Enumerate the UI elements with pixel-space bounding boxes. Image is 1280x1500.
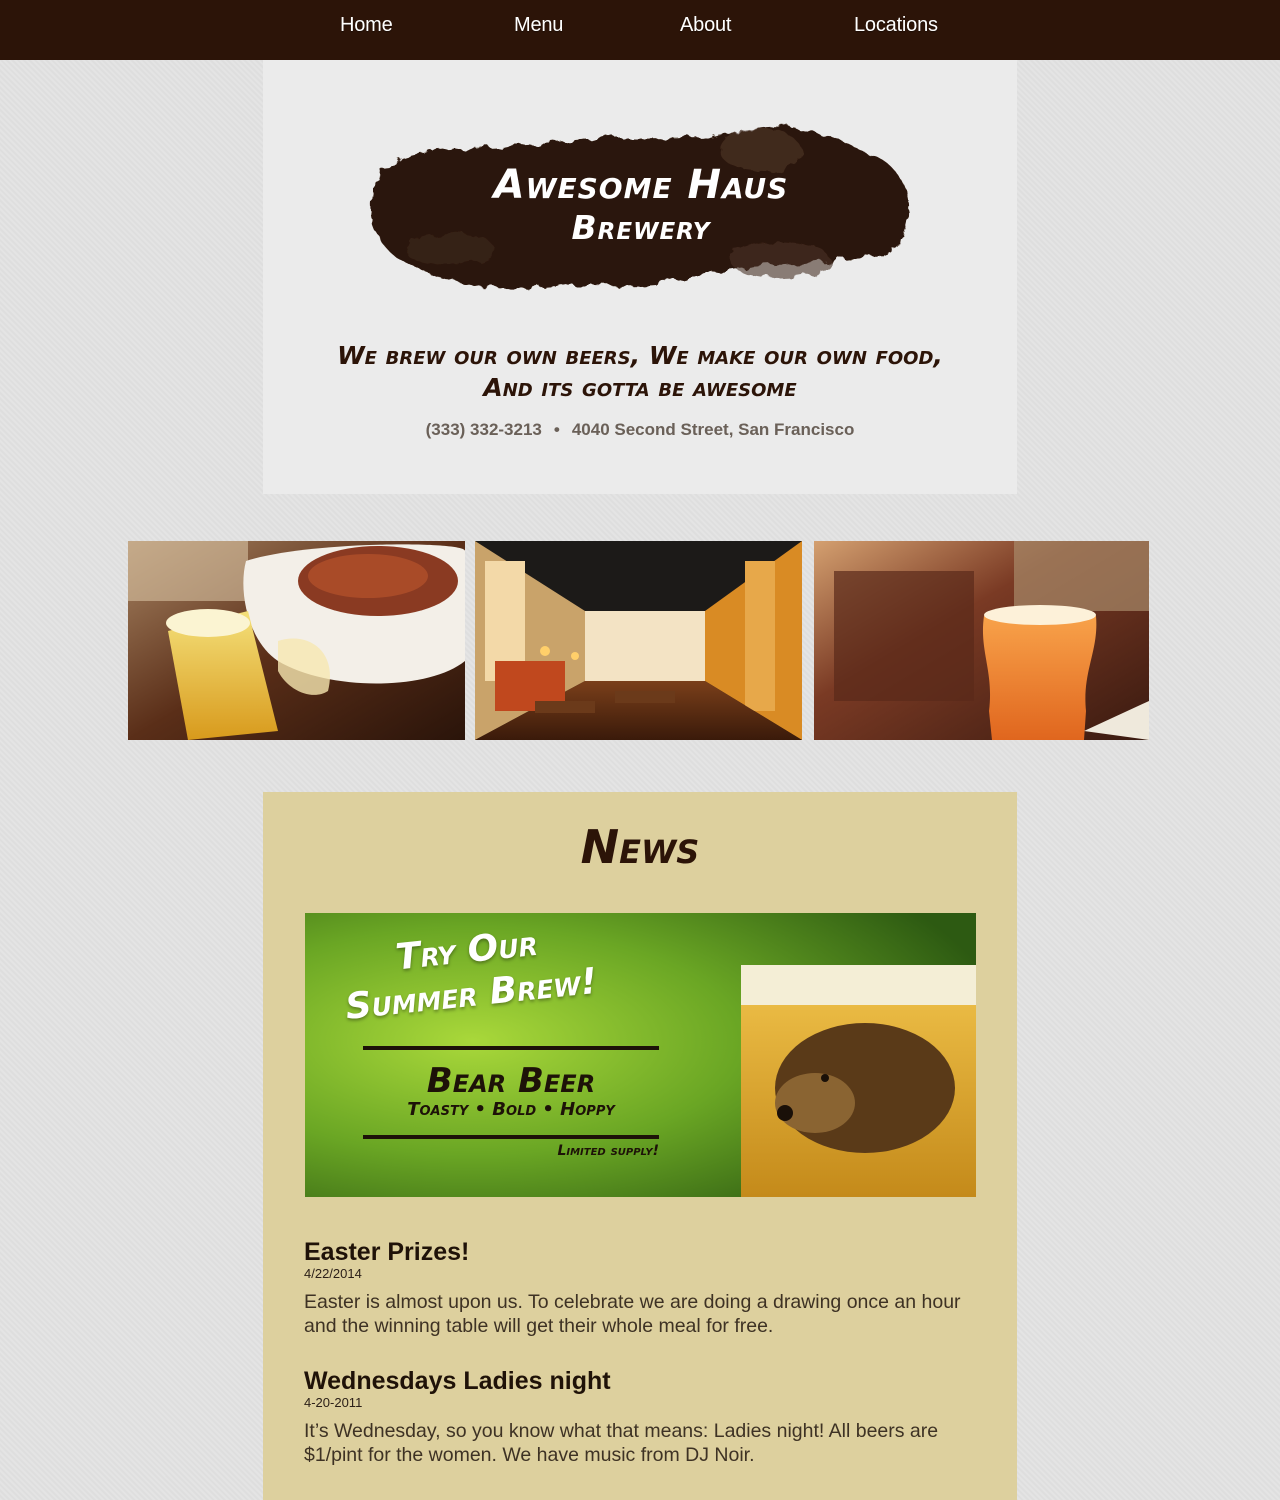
news-item-title[interactable]: Wednesdays Ladies night: [304, 1367, 976, 1395]
promo-beer-name: Bear Beer: [426, 1061, 596, 1101]
phone-number[interactable]: (333) 332-3213: [426, 420, 542, 439]
news-item: Wednesdays Ladies night 4-20-2011 It’s W…: [304, 1367, 976, 1467]
photo-restaurant-interior: [475, 541, 802, 740]
news-item-title[interactable]: Easter Prizes!: [304, 1238, 976, 1266]
nav-about-link[interactable]: About: [680, 14, 731, 37]
address[interactable]: 4040 Second Street, San Francisco: [572, 420, 855, 439]
promo-note: Limited supply!: [557, 1143, 659, 1159]
news-section: News Try Our Summer Brew! Bear Beer Toas…: [263, 792, 1017, 1500]
contact-info: (333) 332-3213 • 4040 Second Street, San F…: [263, 420, 1017, 440]
top-navigation: Home Menu About Locations: [0, 0, 1280, 60]
promo-beer-description: Toasty • Bold • Hoppy: [407, 1099, 615, 1120]
tagline: We brew our own beers, We make our own f…: [263, 340, 1017, 404]
news-item: Easter Prizes! 4/22/2014 Easter is almos…: [304, 1238, 976, 1338]
header-panel: Awesome Haus Brewery We brew our own bee…: [263, 60, 1017, 494]
logo-title: Awesome Haus: [493, 162, 789, 208]
nav-locations-link[interactable]: Locations: [854, 14, 938, 37]
brand-logo[interactable]: Awesome Haus Brewery: [360, 110, 922, 298]
news-item-date: 4/22/2014: [304, 1266, 362, 1281]
logo-subtitle: Brewery: [571, 208, 711, 247]
promo-banner[interactable]: Try Our Summer Brew! Bear Beer Toasty • …: [305, 913, 976, 1197]
news-item-body: It’s Wednesday, so you know what that me…: [304, 1420, 939, 1466]
photo-beer-and-salad: [128, 541, 465, 740]
news-item-date: 4-20-2011: [304, 1395, 363, 1410]
nav-home-link[interactable]: Home: [340, 14, 393, 37]
nav-menu-link[interactable]: Menu: [514, 14, 563, 37]
news-heading: News: [580, 820, 700, 874]
tagline-line-1: We brew our own beers, We make our own f…: [337, 341, 943, 370]
tagline-line-2: And its gotta be awesome: [483, 373, 797, 402]
photo-pint-glass: [814, 541, 1149, 740]
contact-separator: •: [553, 420, 560, 439]
news-item-body: Easter is almost upon us. To celebrate w…: [304, 1291, 961, 1337]
